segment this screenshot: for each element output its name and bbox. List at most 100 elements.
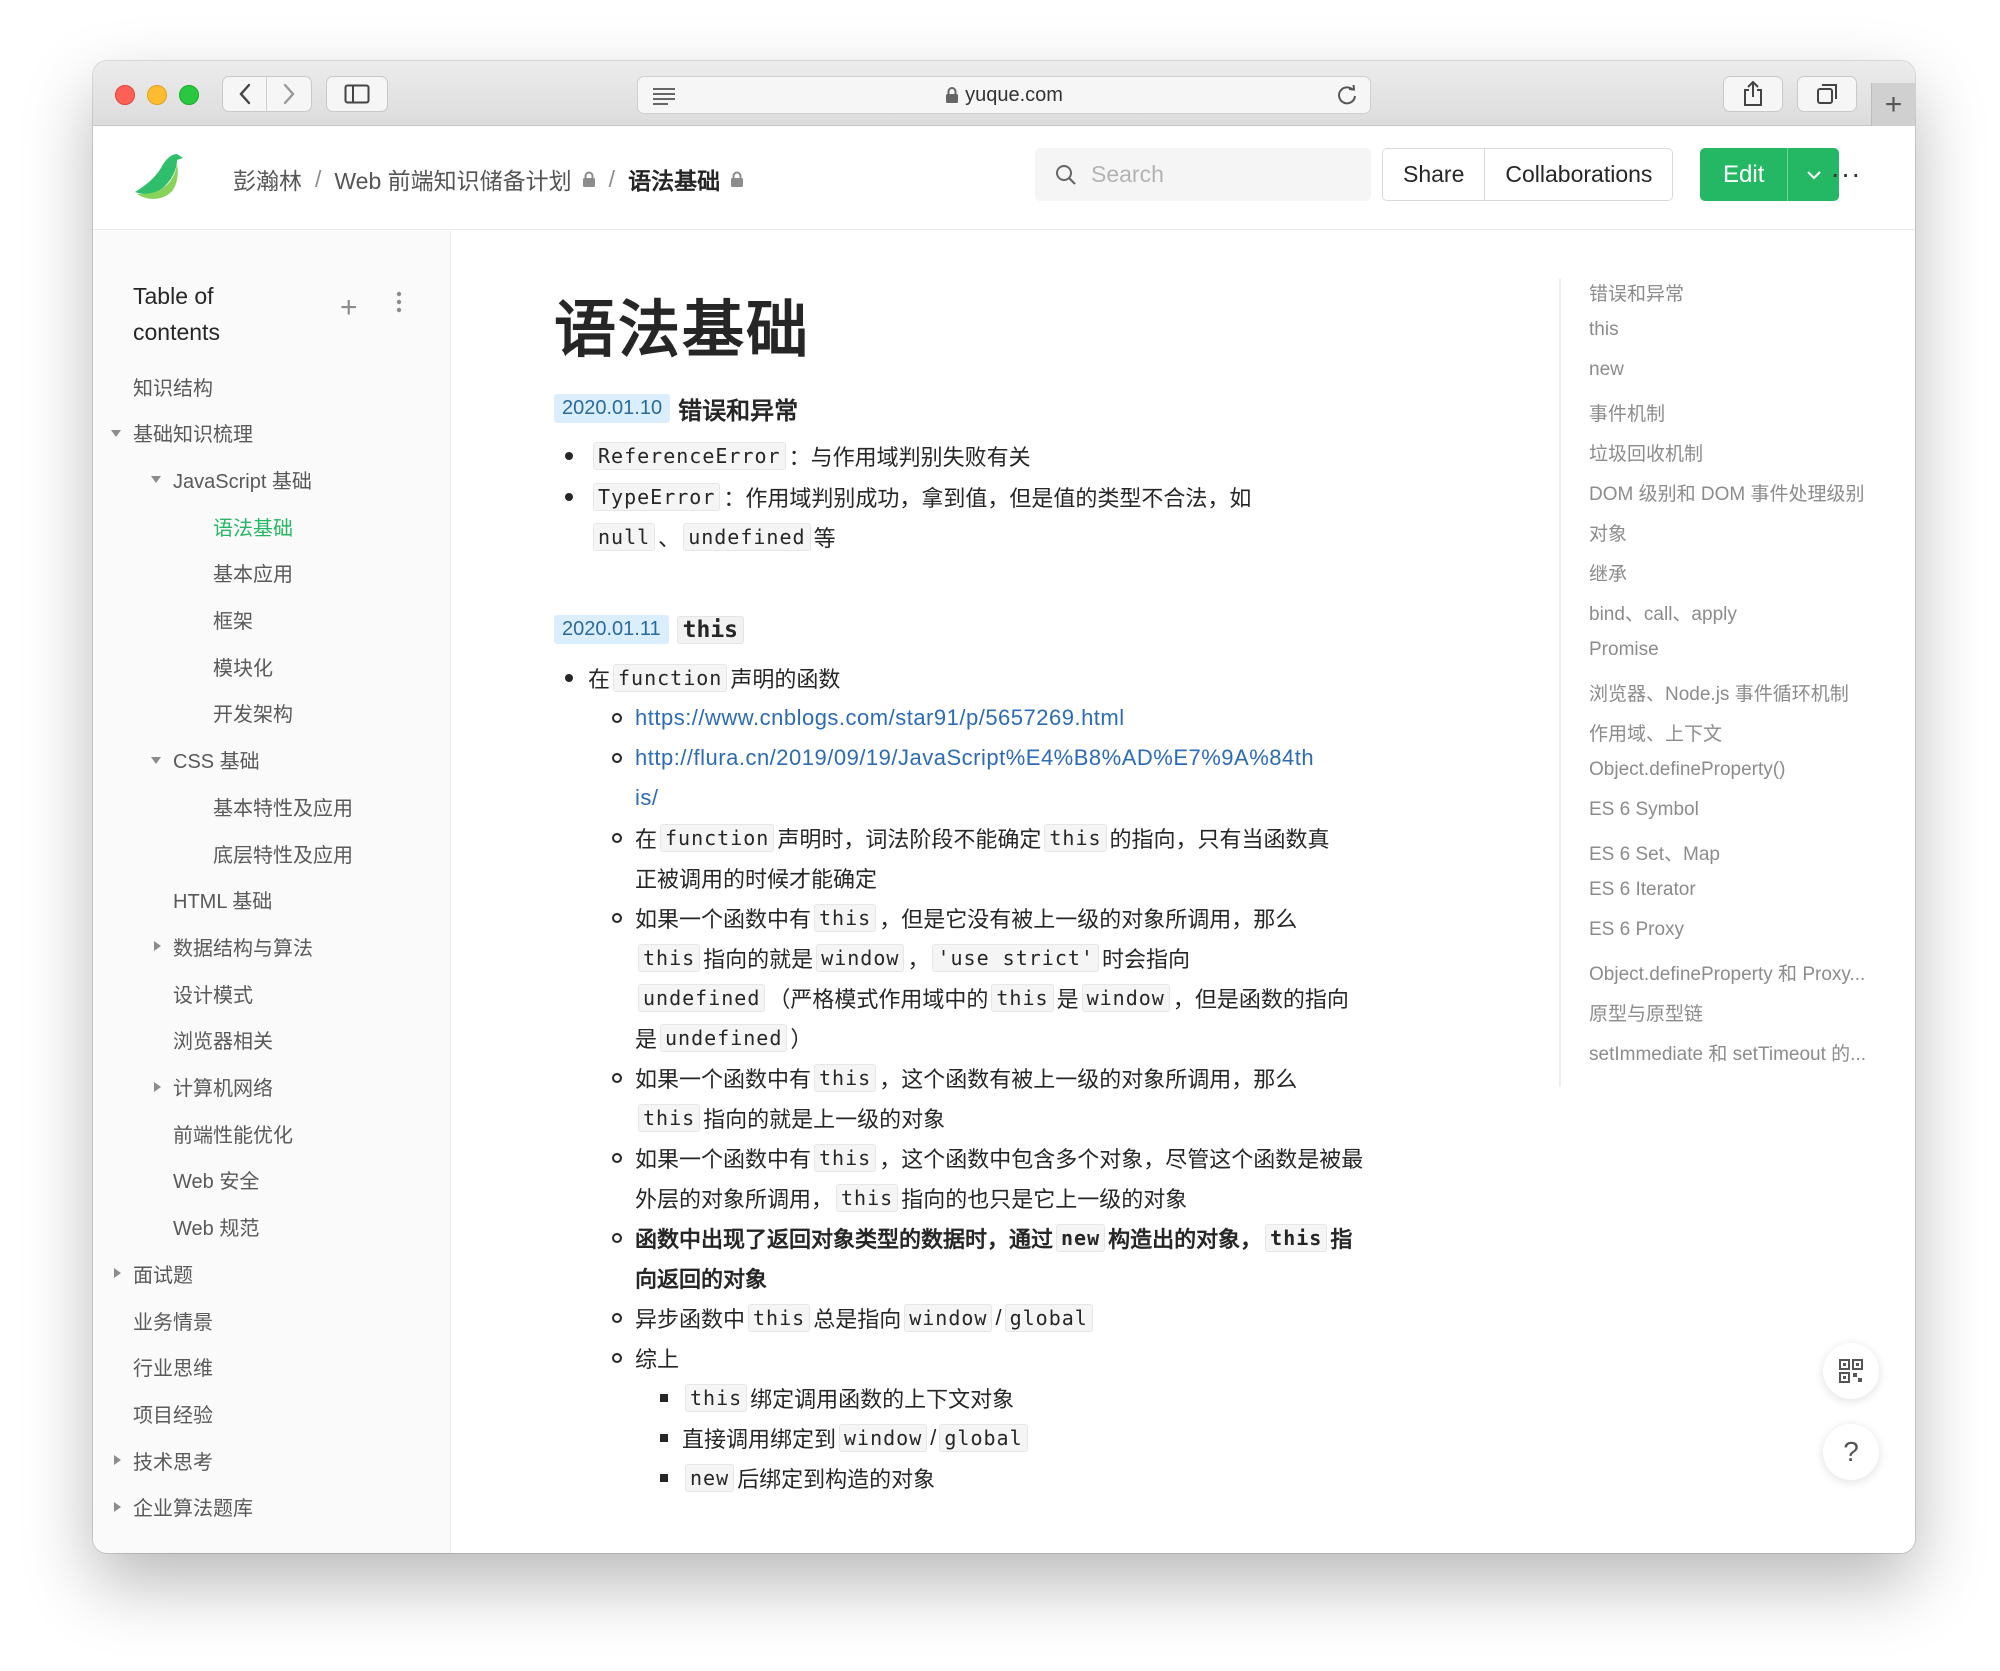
caret-right-icon[interactable]: [114, 1455, 121, 1466]
add-icon[interactable]: +: [340, 293, 358, 323]
bullet-circle: [612, 1353, 622, 1363]
sidebar-item-label: 计算机网络: [173, 1078, 273, 1100]
tab-overview-button[interactable]: [1797, 76, 1857, 112]
sidebar-item[interactable]: JavaScript 基础: [173, 464, 312, 494]
sidebar-item[interactable]: 模块化: [213, 651, 273, 681]
sidebar-item[interactable]: 技术思考: [133, 1445, 213, 1475]
caret-down-icon[interactable]: [111, 429, 121, 437]
close-window-button[interactable]: [115, 85, 135, 105]
reference-link[interactable]: is/: [635, 785, 659, 811]
help-button[interactable]: ?: [1823, 1424, 1879, 1480]
outline-item[interactable]: ES 6 Set、Map: [1589, 839, 1899, 866]
sidebar-item[interactable]: 面试题: [133, 1258, 193, 1288]
caret-right-icon[interactable]: [114, 1501, 121, 1512]
outline-item[interactable]: bind、call、apply: [1589, 599, 1899, 626]
outline-item[interactable]: Object.defineProperty(): [1589, 759, 1899, 781]
browser-share-button[interactable]: [1723, 76, 1783, 112]
text: 指向的就是上一级的对象: [703, 1107, 946, 1132]
inline-code: new: [1056, 1224, 1106, 1252]
list-item-continued: null 、 undefined 等: [590, 517, 836, 557]
outline-item[interactable]: Promise: [1589, 639, 1899, 661]
breadcrumb-user[interactable]: 彭瀚林: [233, 162, 302, 196]
outline-item[interactable]: ES 6 Proxy: [1589, 919, 1899, 941]
caret-right-icon[interactable]: [114, 1268, 121, 1279]
sidebar-item[interactable]: 开发架构: [213, 698, 293, 728]
sidebar-item[interactable]: 前端性能优化: [173, 1118, 293, 1148]
sidebar-item[interactable]: 基本应用: [213, 558, 293, 588]
sidebar-item[interactable]: 数据结构与算法: [173, 931, 313, 961]
outline-item[interactable]: 继承: [1589, 559, 1899, 586]
caret-right-icon[interactable]: [154, 1081, 161, 1092]
outline-item[interactable]: 原型与原型链: [1589, 999, 1899, 1026]
sidebar-item-label: 项目经验: [133, 1404, 213, 1427]
zoom-window-button[interactable]: [179, 85, 199, 105]
reference-link[interactable]: https://www.cnblogs.com/star91/p/5657269…: [635, 705, 1125, 731]
outline-item[interactable]: ES 6 Iterator: [1589, 879, 1899, 901]
sidebar-icon: [344, 84, 370, 104]
sidebar-item-label: 基本特性及应用: [213, 797, 353, 820]
new-tab-button[interactable]: +: [1871, 83, 1915, 126]
sidebar-item[interactable]: Web 规范: [173, 1212, 259, 1242]
sidebar-item[interactable]: Web 安全: [173, 1165, 259, 1195]
reader-icon[interactable]: [652, 86, 676, 106]
text: 指: [1330, 1227, 1353, 1252]
minimize-window-button[interactable]: [147, 85, 167, 105]
outline-item[interactable]: 垃圾回收机制: [1589, 439, 1899, 466]
sidebar-item[interactable]: 框架: [213, 605, 253, 635]
collaborations-button[interactable]: Collaborations: [1484, 149, 1673, 200]
sidebar-item[interactable]: 行业思维: [133, 1352, 213, 1382]
date-tag: 2020.01.10: [554, 394, 671, 423]
sidebar-item[interactable]: 基本特性及应用: [213, 791, 353, 821]
outline-item[interactable]: 事件机制: [1589, 399, 1899, 426]
caret-down-icon[interactable]: [151, 476, 161, 484]
reload-icon[interactable]: [1336, 84, 1358, 106]
sidebar-item[interactable]: 基础知识梳理: [133, 418, 253, 448]
sidebar-item[interactable]: 浏览器相关: [173, 1025, 273, 1055]
outline-item[interactable]: new: [1589, 359, 1899, 381]
outline-item[interactable]: this: [1589, 319, 1899, 341]
caret-right-icon[interactable]: [154, 941, 161, 952]
caret-down-icon[interactable]: [151, 756, 161, 764]
share-button[interactable]: Share: [1383, 149, 1485, 200]
outline-item[interactable]: 对象: [1589, 519, 1899, 546]
sidebar-item[interactable]: 业务情景: [133, 1305, 213, 1335]
breadcrumb-current[interactable]: 语法基础: [628, 162, 720, 196]
edit-button[interactable]: Edit: [1700, 148, 1787, 201]
breadcrumb-book[interactable]: Web 前端知识储备计划: [334, 162, 571, 196]
inline-code: window: [904, 1304, 993, 1332]
tabs-icon: [1817, 84, 1837, 104]
forward-button[interactable]: [267, 77, 311, 111]
sidebar-item-label: Web 安全: [173, 1171, 260, 1194]
yuque-logo[interactable]: [131, 152, 187, 209]
lock-icon: [946, 87, 959, 103]
outline-item[interactable]: 浏览器、Node.js 事件循环机制: [1589, 679, 1899, 706]
sidebar-item-label: 开发架构: [213, 704, 293, 727]
sidebar-item-label: Web 规范: [173, 1218, 260, 1241]
vertical-dots-icon[interactable]: [396, 291, 402, 318]
reference-link[interactable]: http://flura.cn/2019/09/19/JavaScript%E4…: [635, 745, 1314, 771]
back-button[interactable]: [223, 77, 268, 111]
outline-item[interactable]: DOM 级别和 DOM 事件处理级别: [1589, 479, 1899, 506]
text: 在: [635, 827, 658, 852]
sidebar-item[interactable]: HTML 基础: [173, 885, 272, 915]
outline-item[interactable]: ES 6 Symbol: [1589, 799, 1899, 821]
address-text: yuque.com: [965, 83, 1063, 106]
search-input[interactable]: Search: [1035, 148, 1371, 201]
sidebar-item[interactable]: 计算机网络: [173, 1072, 273, 1102]
sidebar-item[interactable]: 语法基础: [213, 511, 293, 541]
sidebar-item[interactable]: 设计模式: [173, 978, 253, 1008]
more-menu-button[interactable]: ···: [1826, 156, 1866, 192]
sidebar-item[interactable]: 企业算法题库: [133, 1492, 253, 1522]
outline-item[interactable]: setImmediate 和 setTimeout 的...: [1589, 1039, 1899, 1066]
sidebar-item[interactable]: 知识结构: [133, 371, 213, 401]
address-bar[interactable]: yuque.com: [637, 76, 1371, 114]
outline-item[interactable]: 错误和异常: [1589, 279, 1899, 306]
sidebar-item[interactable]: 项目经验: [133, 1398, 213, 1428]
outline-item[interactable]: 作用域、上下文: [1589, 719, 1899, 746]
sidebar-item[interactable]: 底层特性及应用: [213, 838, 353, 868]
sidebar-toggle-button[interactable]: [326, 76, 388, 112]
outline-item[interactable]: Object.defineProperty 和 Proxy...: [1589, 959, 1899, 986]
sidebar-item[interactable]: CSS 基础: [173, 745, 260, 775]
sidebar-item-label: 浏览器相关: [173, 1031, 273, 1054]
qr-code-button[interactable]: [1823, 1343, 1879, 1399]
